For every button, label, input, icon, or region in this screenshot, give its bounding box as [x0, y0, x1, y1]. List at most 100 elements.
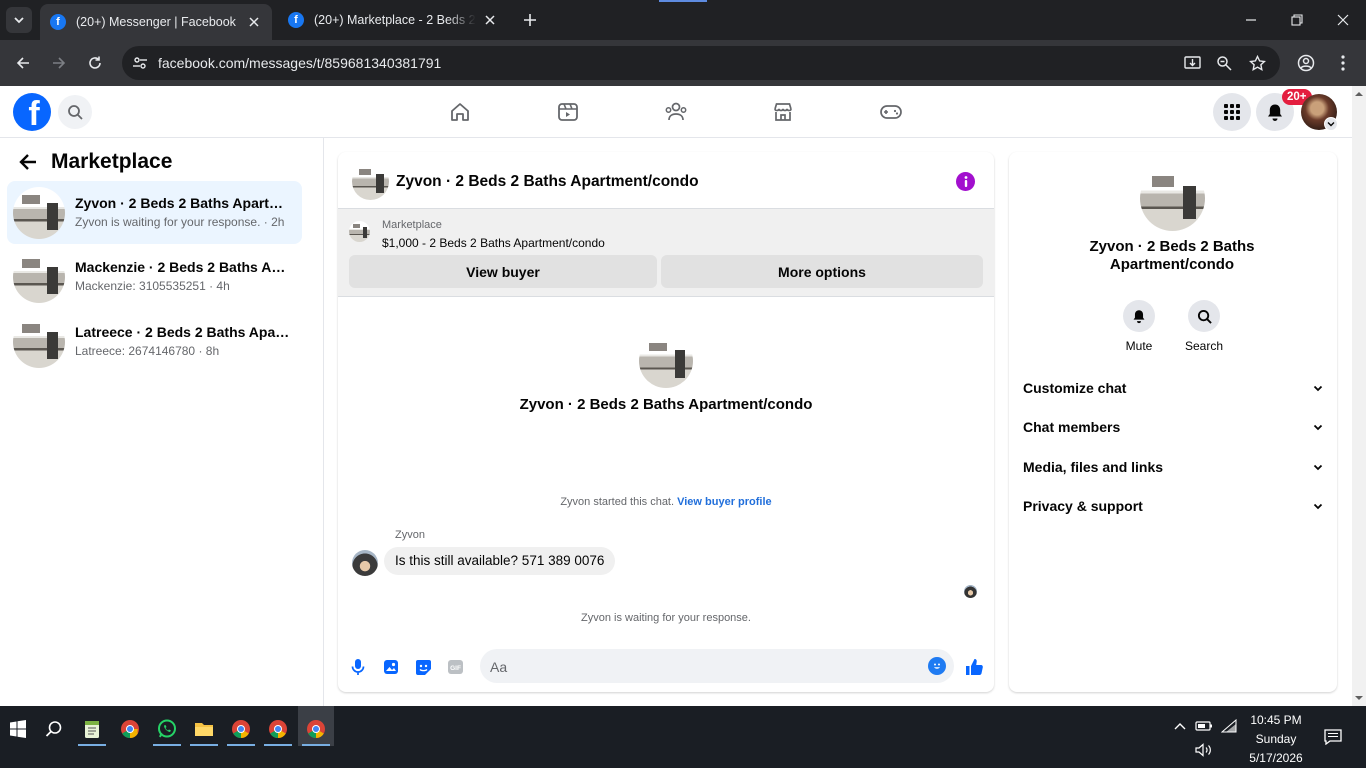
emoji-icon[interactable] — [928, 657, 946, 675]
marketplace-icon — [774, 103, 792, 121]
back-arrow-button[interactable] — [14, 150, 42, 174]
tab-marketplace[interactable]: f (20+) Marketplace - 2 Beds 2 Baths Apa… — [278, 4, 508, 36]
battery-status[interactable] — [1194, 716, 1214, 736]
profile-button[interactable] — [1292, 49, 1320, 77]
sender-avatar[interactable] — [352, 550, 378, 576]
url-text: facebook.com/messages/t/859681340381791 — [158, 55, 442, 71]
close-tab-icon[interactable] — [246, 14, 262, 30]
nav-video[interactable] — [555, 99, 581, 125]
running-indicator — [78, 744, 106, 746]
media-files-links-section[interactable]: Media, files and links — [1023, 452, 1323, 482]
menu-button[interactable] — [1213, 93, 1251, 131]
nav-marketplace[interactable] — [770, 99, 796, 125]
sticker-icon — [415, 659, 431, 675]
conversation-item[interactable]: Latreece · 2 Beds 2 Baths Apartment/cond… — [7, 310, 302, 373]
chat-thumbnail[interactable] — [352, 163, 389, 200]
nav-gaming[interactable] — [878, 99, 904, 125]
chevron-down-icon — [1313, 503, 1323, 509]
plus-icon — [524, 14, 536, 26]
facebook-favicon-icon: f — [288, 12, 304, 28]
search-button[interactable] — [58, 95, 92, 129]
listing-price[interactable]: $1,000 - 2 Beds 2 Baths Apartment/condo — [382, 236, 605, 250]
taskbar-chrome[interactable] — [113, 712, 147, 746]
close-window-button[interactable] — [1329, 6, 1357, 34]
minimize-button[interactable] — [1237, 6, 1265, 34]
message-input-placeholder: Aa — [490, 659, 508, 675]
taskbar-chrome-active[interactable] — [299, 712, 333, 746]
taskbar-whatsapp[interactable] — [150, 712, 184, 746]
running-indicator — [302, 744, 330, 746]
network-status[interactable] — [1219, 716, 1239, 736]
folder-icon — [195, 723, 213, 736]
attach-media-button[interactable] — [380, 656, 402, 678]
info-button[interactable] — [956, 172, 975, 191]
conversation-item[interactable]: Mackenzie · 2 Beds 2 Baths Apartment/con… — [7, 245, 302, 308]
chat-profile-name: Zyvon · 2 Beds 2 Baths Apartment/condo — [519, 396, 813, 413]
listing-thumbnail — [13, 251, 65, 303]
details-photo — [1140, 166, 1205, 231]
scroll-up-icon[interactable] — [1352, 89, 1366, 99]
view-buyer-button[interactable]: View buyer — [349, 255, 657, 288]
chevron-down-icon — [1313, 424, 1323, 430]
privacy-support-section[interactable]: Privacy & support — [1023, 491, 1323, 521]
taskbar-notepad[interactable] — [75, 712, 109, 746]
voice-clip-button[interactable] — [347, 656, 369, 678]
start-button[interactable] — [1, 712, 35, 746]
photo-icon — [384, 660, 398, 674]
more-options-button[interactable]: More options — [661, 255, 983, 288]
search-icon[interactable] — [1188, 300, 1220, 332]
taskbar-clock[interactable]: 10:45 PM Sunday 5/17/2026 — [1240, 711, 1312, 768]
install-app-icon[interactable] — [1182, 53, 1202, 73]
sticker-button[interactable] — [412, 656, 434, 678]
view-buyer-profile-link[interactable]: View buyer profile — [677, 496, 772, 508]
clock-date: 5/17/2026 — [1249, 751, 1303, 765]
customize-chat-section[interactable]: Customize chat — [1023, 373, 1323, 403]
zoom-icon[interactable] — [1214, 53, 1234, 73]
listing-category: Marketplace — [382, 219, 442, 231]
gif-button[interactable]: GIF — [444, 656, 466, 678]
nav-home[interactable] — [447, 99, 473, 125]
new-tab-button[interactable] — [518, 8, 542, 32]
conversation-item[interactable]: Zyvon · 2 Beds 2 Baths Apartment/condo Z… — [7, 181, 302, 244]
taskbar-file-explorer[interactable] — [187, 712, 221, 746]
show-hidden-icons[interactable] — [1170, 716, 1190, 736]
mute-action[interactable]: Mute — [1109, 300, 1169, 353]
conversation-preview: Mackenzie: 3105535251 · 4h — [75, 279, 230, 293]
message-bubble[interactable]: Is this still available? 571 389 0076 — [384, 547, 616, 575]
restore-button[interactable] — [1283, 6, 1311, 34]
taskbar-search-button[interactable] — [37, 712, 71, 746]
scroll-down-icon[interactable] — [1352, 693, 1366, 703]
address-bar[interactable]: facebook.com/messages/t/859681340381791 — [122, 46, 1280, 80]
reload-button[interactable] — [81, 49, 109, 77]
action-center-button[interactable] — [1323, 727, 1343, 747]
volume-status[interactable] — [1194, 740, 1214, 760]
chat-title[interactable]: Zyvon · 2 Beds 2 Baths Apartment/condo — [396, 173, 699, 191]
chat-members-section[interactable]: Chat members — [1023, 412, 1323, 442]
tab-search-button[interactable] — [6, 7, 32, 33]
account-chevron-icon[interactable] — [1324, 117, 1338, 131]
taskbar-chrome-profile-2[interactable] — [224, 712, 258, 746]
forward-button[interactable] — [45, 49, 73, 77]
search-action[interactable]: Search — [1174, 300, 1234, 353]
tab-messenger[interactable]: f (20+) Messenger | Facebook — [40, 4, 272, 40]
running-indicator — [153, 744, 181, 746]
back-button[interactable] — [9, 49, 37, 77]
thumbs-up-icon — [966, 659, 983, 675]
chat-started-notice: Zyvon started this chat. View buyer prof… — [338, 496, 994, 508]
browser-menu-button[interactable] — [1329, 49, 1357, 77]
taskbar-chrome-profile-3[interactable] — [261, 712, 295, 746]
site-settings-icon[interactable] — [130, 53, 150, 73]
minimize-icon — [1246, 19, 1256, 21]
close-tab-icon[interactable] — [482, 12, 498, 28]
message-input[interactable]: Aa — [480, 649, 954, 683]
send-like-button[interactable] — [963, 656, 985, 678]
bell-icon[interactable] — [1123, 300, 1155, 332]
windows-taskbar: 10:45 PM Sunday 5/17/2026 — [0, 706, 1366, 768]
chevron-up-icon — [1174, 723, 1186, 730]
more-vertical-icon — [1341, 55, 1345, 71]
facebook-logo[interactable]: f — [13, 93, 51, 131]
browser-tab-bar: f (20+) Messenger | Facebook f (20+) Mar… — [0, 0, 1366, 40]
nav-groups[interactable] — [663, 99, 689, 125]
page-scrollbar[interactable] — [1352, 86, 1366, 706]
bookmark-star-icon[interactable] — [1247, 53, 1267, 73]
